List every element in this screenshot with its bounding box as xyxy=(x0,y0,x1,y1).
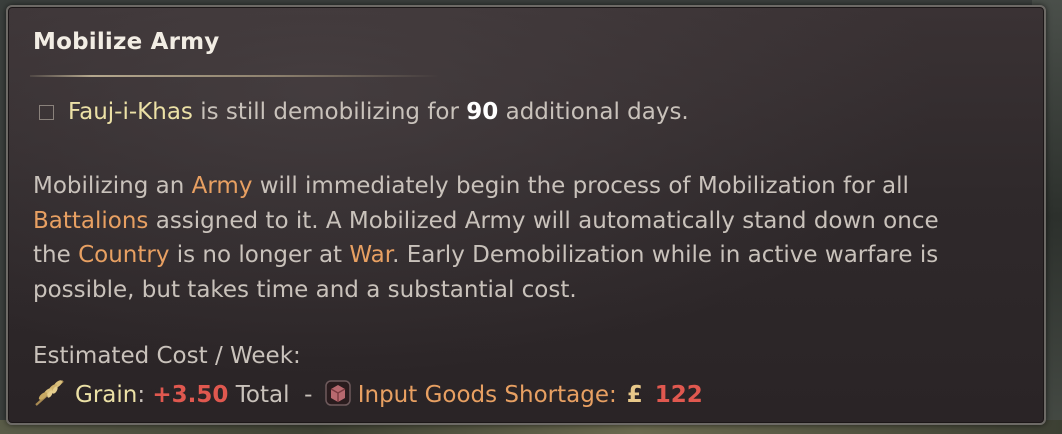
shortage-cost-value: 122 xyxy=(654,382,703,408)
description-text: possible, but takes time and a substanti… xyxy=(33,276,577,303)
input-goods-shortage-icon xyxy=(324,379,352,413)
country-concept-link[interactable]: Country xyxy=(78,242,169,268)
grain-cost-value: +3.50 xyxy=(152,382,229,408)
title-divider xyxy=(30,75,440,77)
description-line: Battalions assigned to it. A Mobilized A… xyxy=(33,204,1033,239)
wheat-icon xyxy=(33,377,67,413)
checkbox-icon xyxy=(39,105,54,120)
pound-icon: £ xyxy=(626,382,643,408)
description-text: will immediately begin the process of Mo… xyxy=(252,173,909,199)
estimated-cost-header: Estimated Cost / Week: xyxy=(33,343,301,369)
total-label: Total - xyxy=(228,382,320,408)
grain-colon: : xyxy=(137,382,146,408)
army-concept-link[interactable]: Army xyxy=(192,173,253,199)
mobilize-army-tooltip: Mobilize Army Fauj-i-Khas is still demob… xyxy=(6,5,1046,425)
grain-goods-link[interactable]: Grain xyxy=(75,382,137,408)
description-line: Mobilizing an Army will immediately begi… xyxy=(33,169,1033,204)
demobilizing-status: Fauj-i-Khas is still demobilizing for 90… xyxy=(33,99,689,125)
mobilize-description: Mobilizing an Army will immediately begi… xyxy=(33,169,1033,307)
war-concept-link[interactable]: War xyxy=(349,242,392,268)
input-goods-shortage-link[interactable]: Input Goods Shortage: xyxy=(358,382,617,408)
description-text: assigned to it. A Mobilized Army will au… xyxy=(148,207,939,234)
description-line: possible, but takes time and a substanti… xyxy=(33,273,1033,308)
description-text: is no longer at xyxy=(169,242,350,268)
battalions-concept-link[interactable]: Battalions xyxy=(33,208,148,234)
description-line: the Country is no longer at War. Early D… xyxy=(33,238,1033,273)
status-text-after: additional days. xyxy=(498,99,689,125)
days-value: 90 xyxy=(466,99,499,125)
description-text: the xyxy=(33,242,79,268)
description-text: Mobilizing an xyxy=(33,173,192,199)
status-text-before: is still demobilizing for xyxy=(192,99,467,125)
cost-breakdown: Grain: +3.50 Total - Input Goods Shortag… xyxy=(33,377,703,413)
army-name-link[interactable]: Fauj-i-Khas xyxy=(68,99,193,125)
tooltip-title: Mobilize Army xyxy=(33,29,220,55)
description-text: . Early Demobilization while in active w… xyxy=(392,242,939,268)
